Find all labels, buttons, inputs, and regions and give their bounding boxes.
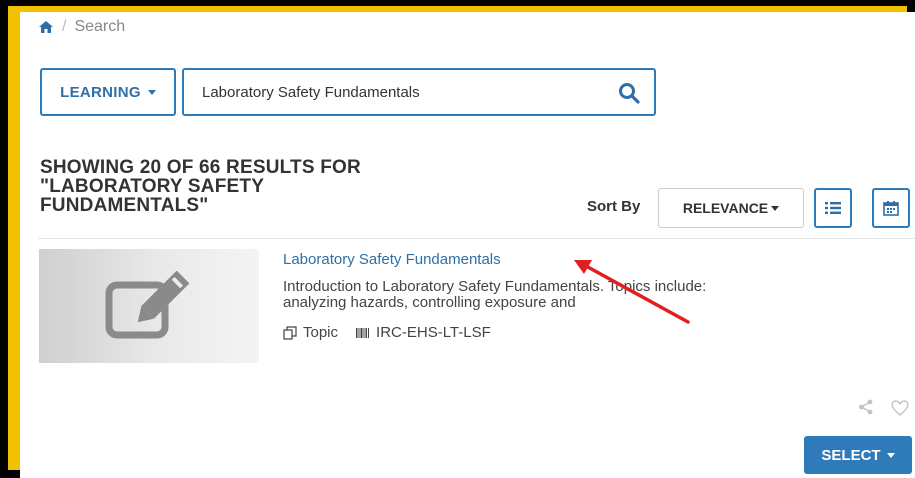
chevron-down-icon [771,205,780,211]
search-scope-label: LEARNING [60,83,141,101]
item-type: Topic [303,324,339,341]
search-bar: LEARNING [40,68,656,116]
item-code: IRC-EHS-LT-LSF [376,324,491,341]
barcode-icon [356,327,370,338]
select-button[interactable]: SELECT [804,436,912,474]
breadcrumb: / Search [38,18,125,36]
chevron-down-icon [886,452,895,458]
calendar-view-icon [883,201,899,216]
item-meta: Topic IRC-EHS-LT-LSF [283,324,491,341]
breadcrumb-current: Search [74,18,126,35]
search-scope-dropdown[interactable]: LEARNING [40,68,176,116]
breadcrumb-separator: / [62,18,67,35]
search-page: / Search LEARNING SHOWING 20 OF 66 RESUL… [20,12,915,478]
search-input[interactable] [200,82,604,102]
screenshot-frame: / Search LEARNING SHOWING 20 OF 66 RESUL… [0,0,915,478]
sort-by-label: Sort By [587,198,641,215]
calendar-view-button[interactable] [872,188,910,228]
home-icon[interactable] [38,20,54,34]
sort-dropdown[interactable]: RELEVANCE [658,188,804,228]
edit-icon [105,271,190,339]
search-field[interactable] [182,68,656,116]
share-icon[interactable] [858,399,874,415]
search-icon[interactable] [618,82,640,104]
list-view-button[interactable] [814,188,852,228]
topic-icon [283,325,297,340]
chevron-down-icon [147,89,156,95]
select-label: SELECT [821,446,881,464]
item-thumbnail[interactable] [39,249,259,363]
annotation-arrow [574,260,690,324]
sort-value: RELEVANCE [682,200,769,216]
heart-icon[interactable] [891,400,909,416]
results-divider [38,238,915,239]
item-title-link[interactable]: Laboratory Safety Fundamentals [283,251,501,268]
results-heading: SHOWING 20 OF 66 RESULTS FOR "LABORATORY… [40,157,361,216]
list-view-icon [825,202,841,214]
